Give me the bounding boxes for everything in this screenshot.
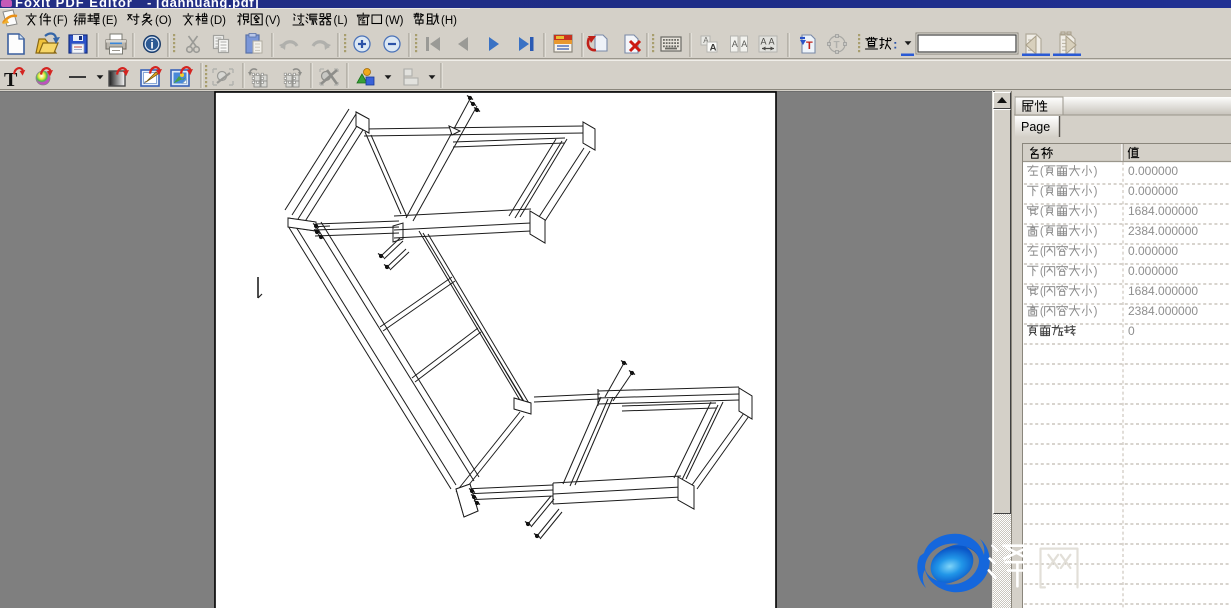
- svg-text:2384.000000: 2384.000000: [1128, 304, 1198, 318]
- svg-text:2384.000000: 2384.000000: [1128, 224, 1198, 238]
- svg-text:): ): [1094, 246, 1098, 258]
- svg-text:i: i: [150, 38, 153, 52]
- svg-text:T: T: [4, 69, 18, 91]
- svg-text:(F): (F): [53, 15, 68, 27]
- svg-text:1684.000000: 1684.000000: [1128, 204, 1198, 218]
- svg-text:(D): (D): [210, 15, 226, 27]
- svg-text:(: (: [1040, 286, 1044, 298]
- svg-text:0.000000: 0.000000: [1128, 164, 1178, 178]
- svg-text:): ): [1094, 186, 1098, 198]
- svg-text:A: A: [769, 37, 775, 47]
- svg-text:A: A: [732, 39, 738, 49]
- svg-text:(O): (O): [155, 15, 172, 27]
- svg-text:A: A: [741, 39, 747, 49]
- svg-text:Page: Page: [1021, 120, 1050, 134]
- svg-text:A: A: [761, 37, 767, 47]
- svg-text:(L): (L): [334, 15, 348, 27]
- svg-text:(V): (V): [265, 15, 281, 27]
- svg-text:): ): [1094, 226, 1098, 238]
- svg-text:(E): (E): [102, 15, 118, 27]
- svg-text:- [danhuang.pdf]: - [danhuang.pdf]: [147, 0, 259, 8]
- svg-text:): ): [1094, 266, 1098, 278]
- svg-text:): ): [1094, 206, 1098, 218]
- svg-text:(: (: [1040, 266, 1044, 278]
- svg-text:(: (: [1040, 206, 1044, 218]
- svg-text:0.000000: 0.000000: [1128, 244, 1178, 258]
- svg-text:0: 0: [1128, 324, 1135, 338]
- svg-text:): ): [1094, 166, 1098, 178]
- svg-text:T: T: [834, 40, 840, 51]
- svg-text:(: (: [1040, 246, 1044, 258]
- svg-text:T: T: [806, 40, 813, 52]
- svg-text:(: (: [1040, 166, 1044, 178]
- svg-text:0.000000: 0.000000: [1128, 264, 1178, 278]
- svg-text:): ): [1094, 306, 1098, 318]
- svg-text:(: (: [1040, 226, 1044, 238]
- svg-text:A: A: [710, 42, 717, 53]
- svg-text:(W): (W): [385, 15, 404, 27]
- svg-text:1684.000000: 1684.000000: [1128, 284, 1198, 298]
- svg-text:(: (: [1040, 306, 1044, 318]
- svg-text::: :: [893, 36, 897, 51]
- svg-text:): ): [1094, 286, 1098, 298]
- svg-text:(: (: [1040, 186, 1044, 198]
- svg-text:Foxit PDF Editor: Foxit PDF Editor: [15, 0, 133, 8]
- svg-text:(H): (H): [441, 15, 457, 27]
- svg-text:0.000000: 0.000000: [1128, 184, 1178, 198]
